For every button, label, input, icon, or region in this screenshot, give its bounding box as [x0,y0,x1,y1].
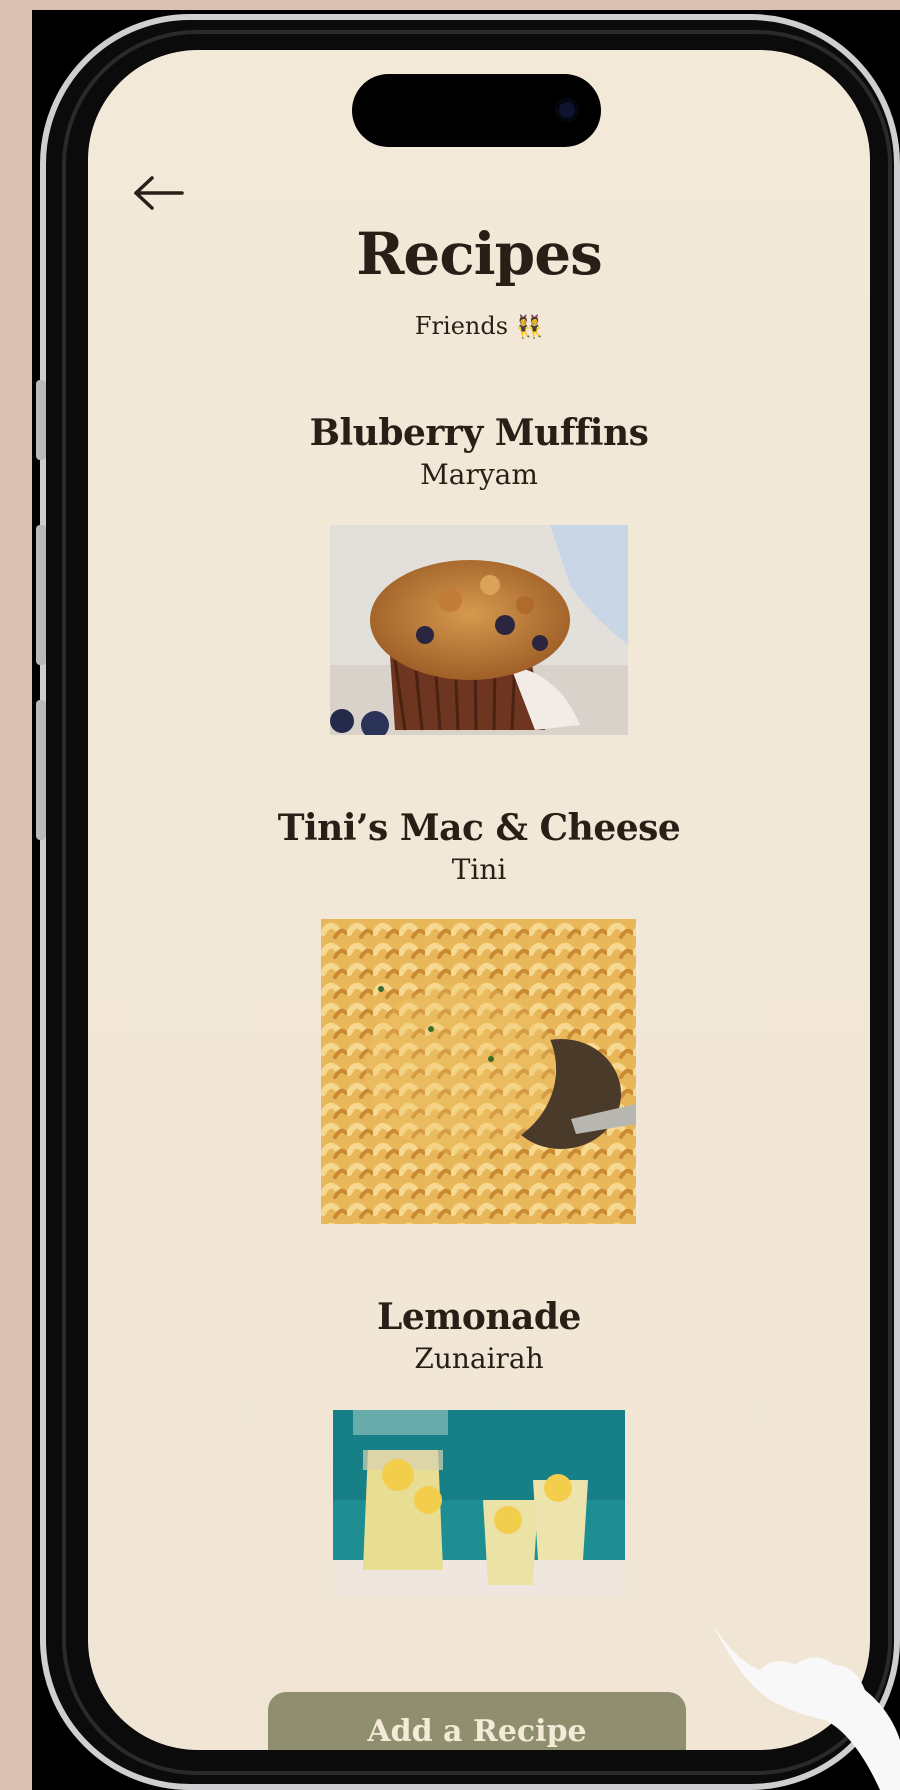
lemonade-photo[interactable] [333,1410,625,1594]
camera-icon [555,98,579,122]
page-title: Recipes [356,220,603,288]
subtitle-text: Friends [414,312,509,340]
blueberry-muffin-photo[interactable] [330,525,628,735]
page-subtitle: Friends 👯 [88,312,870,340]
cloud-decoration [713,1625,900,1790]
recipe-card-blueberry-muffins[interactable]: Bluberry Muffins Maryam [88,412,870,491]
side-button-volume-up [36,525,46,665]
mac-and-cheese-photo[interactable] [321,919,636,1224]
recipe-author: Zunairah [414,1342,544,1375]
recipe-title: Bluberry Muffins [309,412,649,454]
back-arrow-icon [134,176,184,210]
side-button-volume-down [36,700,46,840]
dancers-icon: 👯 [515,315,544,340]
backdrop [0,0,900,10]
recipe-author: Tini [451,853,507,886]
back-button[interactable] [132,173,186,213]
recipe-title: Tini’s Mac & Cheese [277,807,681,849]
recipe-author: Maryam [420,458,538,491]
recipe-card-lemonade[interactable]: Lemonade Zunairah [88,1296,870,1375]
recipe-title: Lemonade [377,1296,581,1338]
add-recipe-button[interactable]: Add a Recipe [268,1692,686,1750]
dynamic-island [352,74,601,147]
recipe-card-mac-and-cheese[interactable]: Tini’s Mac & Cheese Tini [88,807,870,886]
side-button-silent [36,380,46,460]
backdrop-side [0,0,32,1790]
app-screen: Recipes Friends 👯 Bluberry Muffins Marya… [88,50,870,1750]
